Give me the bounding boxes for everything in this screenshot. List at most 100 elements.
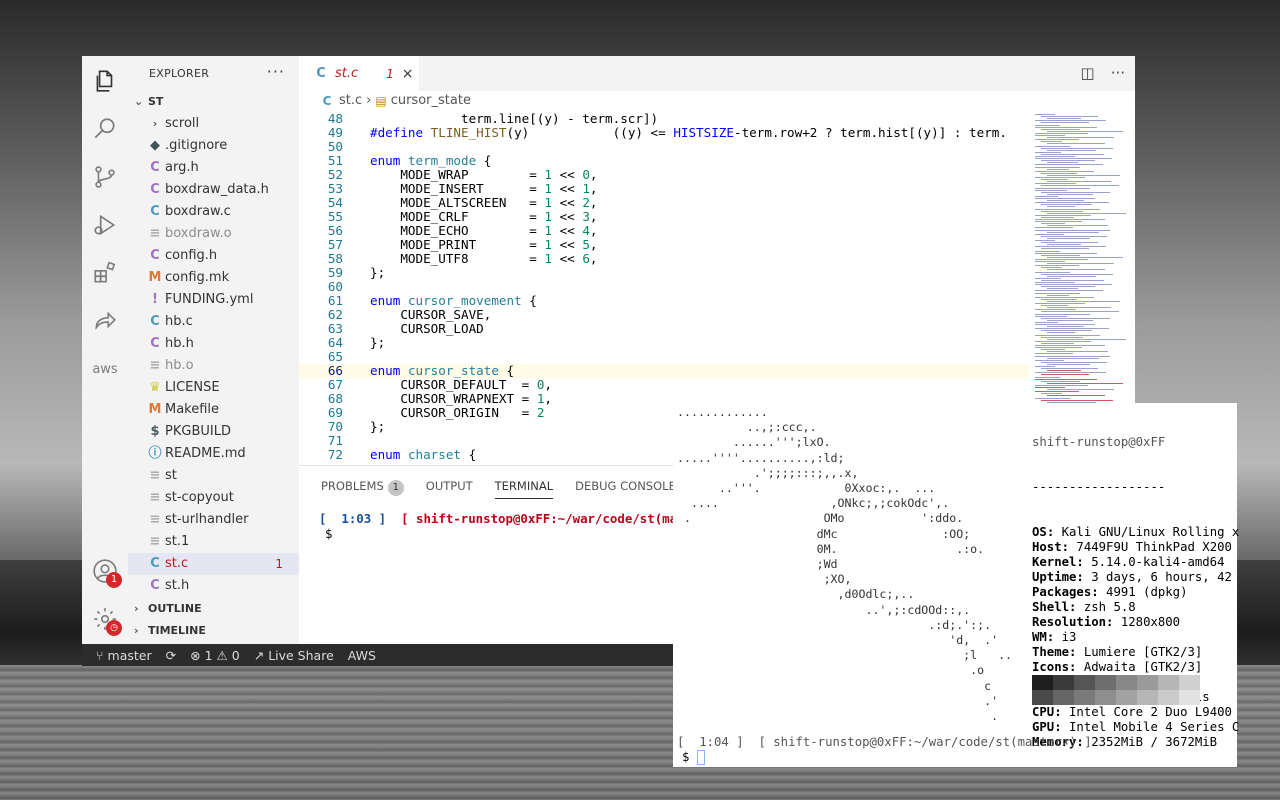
code-line[interactable]: 48 term.line[(y) - term.scr]) [299,112,1029,126]
ascii-art-line: ;Wd [677,557,838,572]
timeline-section[interactable]: › TIMELINE [134,620,206,642]
palette-swatch [1053,675,1074,690]
branch-status[interactable]: ⑂ master [96,648,152,663]
file-item[interactable]: Cst.c 1 [128,553,299,575]
tab-st-c[interactable]: C st.c 1 × [299,56,419,91]
code-line[interactable]: 58 MODE_UTF8 = 1 << 6, [299,252,1029,266]
file-item[interactable]: Cconfig.h [128,245,299,267]
code-line[interactable]: 59}; [299,266,1029,280]
file-item[interactable]: ! FUNDING.yml [128,289,299,311]
terminal-input[interactable]: $ [325,526,332,541]
tab-terminal[interactable]: TERMINAL [494,476,554,499]
st-input[interactable]: $ [682,750,706,765]
terminal-time: [ 1:03 ] [319,511,387,526]
line-text: CURSOR_DEFAULT = 0, [370,377,552,392]
file-item[interactable]: Chb.h [128,333,299,355]
file-item[interactable]: ≡ hb.o [128,355,299,377]
file-item[interactable]: Cboxdraw_data.h [128,179,299,201]
terminal-prompt-line[interactable]: [ 1:03 ] [ shift-runstop@0xFF:~/war/code… [319,511,707,526]
extensions-icon[interactable] [90,258,120,288]
file-item[interactable]: ⓘ README.md [128,443,299,465]
code-line[interactable]: 61 enum cursor_movement { [299,294,1029,308]
ascii-art-line: ......''';lxO. [677,435,831,450]
manage-gear-icon[interactable]: ◷ [90,604,122,636]
code-line[interactable]: 65 [299,350,1029,364]
code-line[interactable]: 64}; [299,336,1029,350]
explorer-files-icon[interactable] [90,66,120,96]
minimap[interactable] [1035,112,1126,412]
code-line[interactable]: 60 [299,280,1029,294]
file-item[interactable]: ≡ st [128,465,299,487]
minimap-line [1041,210,1083,212]
file-item[interactable]: Mconfig.mk [128,267,299,289]
code-line[interactable]: 67 CURSOR_DEFAULT = 0, [299,378,1029,392]
code-line[interactable]: 54 MODE_ALTSCREEN = 1 << 2, [299,196,1029,210]
file-item[interactable]: ≡ st-copyout [128,487,299,509]
code-line[interactable]: 51 enum term_mode { [299,154,1029,168]
code-line[interactable]: 57 MODE_PRINT = 1 << 5, [299,238,1029,252]
code-line[interactable]: 53 MODE_INSERT = 1 << 1, [299,182,1029,196]
file-item[interactable]: Cst.h [128,575,299,597]
file-item[interactable]: Carg.h [128,157,299,179]
ascii-art-line: .o [677,663,985,678]
explorer-sidebar: EXPLORER ··· ⌄ ST › scroll ◆ .gitignore Carg.… [128,56,299,644]
aws-icon[interactable]: aws [90,354,120,384]
tab-debug-console[interactable]: DEBUG CONSOLE [575,476,676,498]
minimap-line [1035,321,1058,323]
breadcrumb-symbol[interactable]: cursor_state [391,93,471,108]
code-line[interactable]: 50 [299,140,1029,154]
live-share-status[interactable]: ↗ Live Share [254,648,334,663]
run-debug-icon[interactable] [90,210,120,240]
source-control-icon[interactable] [90,162,120,192]
sync-icon[interactable]: ⟳ [166,648,176,663]
file-name: hb.c [165,314,193,329]
minimap-line [1041,298,1077,300]
file-item[interactable]: ◆ .gitignore [128,135,299,157]
code-line[interactable]: 52 MODE_WRAP = 1 << 0, [299,168,1029,182]
file-item[interactable]: ≡ st.1 [128,531,299,553]
aws-status[interactable]: AWS [348,648,376,663]
folder-name: ST [148,95,164,108]
file-item[interactable]: M Makefile [128,399,299,421]
code-line[interactable]: 55 MODE_CRLF = 1 << 3, [299,210,1029,224]
minimap-line [1047,206,1075,208]
line-text: }; [370,419,386,434]
search-icon[interactable] [90,114,120,144]
code-line[interactable]: 49 #define TLINE_HIST(y) ((y) <= HISTSIZE… [299,126,1029,140]
accounts-badge: 1 [106,572,122,588]
minimap-line [1047,363,1090,365]
file-item[interactable]: Cboxdraw.c [128,201,299,223]
more-actions-icon[interactable]: ··· [1111,64,1125,82]
close-icon[interactable]: × [402,66,414,82]
info-value: Kali GNU/Linux Rolling x [1054,525,1240,539]
minimap-line [1047,212,1126,214]
minimap-line [1047,370,1081,372]
st-terminal-window[interactable]: ............. ..,;:ccc,. ......''';lxO..… [673,403,1240,767]
file-item[interactable]: ♛ LICENSE [128,377,299,399]
file-name: LICENSE [165,380,220,395]
problems-status[interactable]: ⊗ 1 ⚠ 0 [190,648,240,663]
minimap-line [1035,177,1085,178]
split-editor-icon[interactable]: ◫ [1081,64,1095,82]
outline-section[interactable]: › OUTLINE [134,598,202,620]
file-item[interactable]: $ PKGBUILD [128,421,299,443]
folder-item[interactable]: › scroll [128,113,299,135]
live-share-icon[interactable] [90,306,120,336]
breadcrumb-file[interactable]: st.c [339,93,362,108]
tab-output[interactable]: OUTPUT [426,476,473,498]
file-item[interactable]: ≡ boxdraw.o [128,223,299,245]
code-line[interactable]: 66 enum cursor_state { [299,364,1029,378]
code-line[interactable]: 56 MODE_ECHO = 1 << 4, [299,224,1029,238]
code-line[interactable]: 63 CURSOR_LOAD [299,322,1029,336]
ascii-art-line: 0M. .:o. [677,541,985,556]
folder-st-header[interactable]: ⌄ ST [134,91,163,113]
tab-problems[interactable]: PROBLEMS 1 [321,476,404,498]
file-item[interactable]: ≡ st-urlhandler [128,509,299,531]
minimap-line [1041,191,1110,193]
accounts-icon[interactable]: 1 [90,556,122,588]
file-item[interactable]: Chb.c [128,311,299,333]
code-line[interactable]: 62 CURSOR_SAVE, [299,308,1029,322]
line-number: 59 [327,265,343,280]
explorer-more-icon[interactable]: ··· [267,62,285,81]
line-text: CURSOR_ORIGIN = 2 [370,405,545,420]
